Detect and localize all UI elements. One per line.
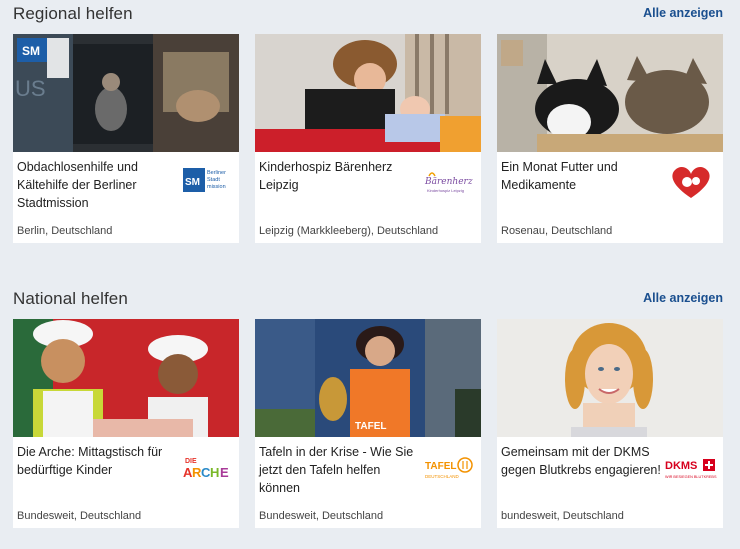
organization-logo: DIE A R C H E [181,447,233,487]
project-image: TAFEL [255,319,481,437]
section-title: Regional helfen [13,4,133,23]
project-location: Bundesweit, Deutschland [259,510,384,522]
project-card[interactable]: Gemeinsam mit der DKMS gegen Blutkrebs e… [497,319,723,528]
project-image [497,319,723,437]
svg-text:DIE: DIE [185,458,197,465]
svg-text:WIR BESIEGEN BLUTKREBS: WIR BESIEGEN BLUTKREBS [665,475,717,479]
regional-section: Regional helfen Alle anzeigen SM US Obda… [0,0,740,243]
project-image: SM US [13,34,239,152]
svg-text:TAFEL: TAFEL [425,461,456,472]
svg-text:DKMS: DKMS [665,460,697,472]
card-row: Die Arche: Mittagstisch für bedürftige K… [13,319,725,528]
organization-logo [665,162,717,202]
svg-text:US: US [15,76,46,101]
card-row: SM US Obdachlosenhilfe und Kältehilfe de… [13,34,725,243]
show-all-link[interactable]: Alle anzeigen [643,6,723,20]
project-card[interactable]: Die Arche: Mittagstisch für bedürftige K… [13,319,239,528]
national-section: National helfen Alle anzeigen Die Arche:… [0,285,740,528]
project-location: Leipzig (Markkleeberg), Deutschland [259,225,439,237]
organization-logo: TAFEL DEUTSCHLAND [423,447,475,487]
svg-text:H: H [210,465,219,480]
project-title: Ein Monat Futter und Medikamente [501,160,618,192]
project-image [497,34,723,152]
svg-text:Bärenherz: Bärenherz [424,177,473,187]
project-title: Gemeinsam mit der DKMS gegen Blutkrebs e… [501,445,661,477]
svg-text:SM: SM [185,177,200,188]
project-image [255,34,481,152]
svg-text:Berliner: Berliner [207,170,226,176]
project-card[interactable]: Kinderhospiz Bärenherz Leipzig Bärenherz… [255,34,481,243]
project-image [13,319,239,437]
project-card[interactable]: SM US Obdachlosenhilfe und Kältehilfe de… [13,34,239,243]
project-location: Rosenau, Deutschland [501,225,613,237]
project-location: Berlin, Deutschland [17,225,113,237]
svg-text:TAFEL: TAFEL [355,421,386,432]
svg-text:DEUTSCHLAND: DEUTSCHLAND [425,474,460,479]
project-title: Tafeln in der Krise - Wie Sie jetzt den … [259,445,414,495]
project-title: Kinderhospiz Bärenherz Leipzig [259,160,393,192]
svg-text:SM: SM [22,44,40,58]
regional-header: Regional helfen Alle anzeigen [0,0,740,30]
project-card[interactable]: Ein Monat Futter und Medikamente Rosenau… [497,34,723,243]
project-location: bundesweit, Deutschland [501,510,624,522]
show-all-link[interactable]: Alle anzeigen [643,291,723,305]
project-location: Bundesweit, Deutschland [17,510,142,522]
project-card[interactable]: TAFEL Tafeln in der Krise - Wie Sie jetz… [255,319,481,528]
organization-logo: SM Berliner Stadt mission [181,162,233,202]
organization-logo: Bärenherz Kinderhospiz Leipzig [423,162,475,202]
section-title: National helfen [13,289,128,308]
svg-text:mission: mission [207,184,226,190]
svg-text:Stadt: Stadt [207,177,220,183]
organization-logo: DKMS WIR BESIEGEN BLUTKREBS [665,447,717,487]
national-header: National helfen Alle anzeigen [0,285,740,315]
svg-text:E: E [220,465,229,480]
project-title: Obdachlosenhilfe und Kältehilfe der Berl… [17,160,138,210]
project-title: Die Arche: Mittagstisch für bedürftige K… [17,445,163,477]
svg-text:Kinderhospiz Leipzig: Kinderhospiz Leipzig [427,188,464,193]
